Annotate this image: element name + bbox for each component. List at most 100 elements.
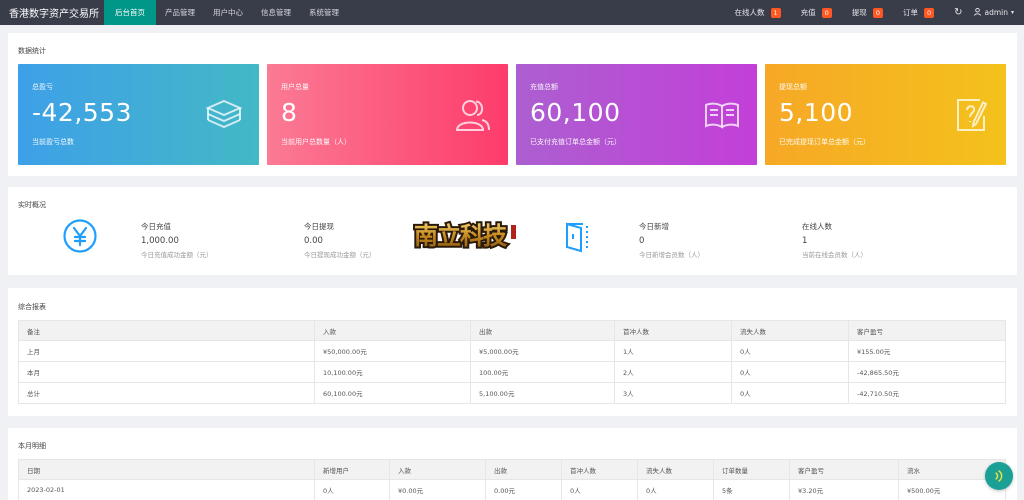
table-cell: 5条 [713, 479, 790, 500]
orders-badge: 0 [923, 7, 935, 18]
card-desc: 已支付充值订单总金额（元） [530, 138, 621, 146]
withdraw-badge: 0 [872, 7, 883, 18]
card-value: 5,100 [779, 98, 854, 127]
nav-users[interactable]: 用户中心 [204, 0, 252, 25]
card-desc: 当前用户总数量（人） [281, 138, 351, 146]
recharge-link[interactable]: 充值 0 [791, 7, 842, 18]
refresh-icon[interactable]: ↻ [944, 7, 974, 18]
monthly-panel-title: 本月明细 [18, 442, 46, 450]
card-label: 用户总量 [281, 83, 309, 91]
summary-panel-title: 综合报表 [18, 303, 46, 311]
stat-card-users[interactable]: 用户总量 8 当前用户总数量（人） [267, 64, 508, 165]
company-logo: 南立科技 南立科技 [410, 215, 520, 253]
table-row: 本月 10,100.00元 100.00元 2人 0人 -42,865.50元 [18, 361, 1006, 383]
stat-card-withdraw[interactable]: 提现总额 5,100 已完成提现订单总金额（元） [765, 64, 1006, 165]
column-header: 入款 [314, 320, 471, 341]
column-header: 出款 [470, 320, 615, 341]
table-cell: ¥155.00元 [848, 340, 1006, 362]
today-new-members: 今日新增 0 今日新增会员数（人） [639, 221, 704, 259]
table-cell: 0人 [731, 340, 849, 362]
column-header: 备注 [18, 320, 315, 341]
card-value: 60,100 [530, 98, 621, 127]
card-label: 总盈亏 [32, 83, 53, 91]
users-icon [455, 100, 490, 131]
table-cell: 2人 [614, 361, 732, 383]
table-cell: 5,100.00元 [470, 382, 615, 404]
nav-products[interactable]: 产品管理 [156, 0, 204, 25]
stat-value: 0.00 [304, 236, 323, 246]
table-cell: 0人 [637, 479, 714, 500]
withdraw-label: 提现 [851, 8, 867, 17]
nav-info[interactable]: 信息管理 [252, 0, 300, 25]
stat-desc: 今日充值成功金额（元） [141, 251, 213, 259]
table-cell: 0人 [561, 479, 638, 500]
stat-label: 今日新增 [639, 222, 669, 231]
chat-float-button[interactable] [985, 462, 1013, 490]
column-header: 客户盈亏 [789, 459, 899, 480]
signal-icon [995, 470, 1003, 482]
table-cell: 总计 [18, 382, 315, 404]
table-cell: -42,710.50元 [848, 382, 1006, 404]
stat-value: 1,000.00 [141, 236, 179, 246]
column-header: 首冲人数 [561, 459, 638, 480]
edit-icon [957, 99, 988, 131]
yuan-icon [63, 219, 97, 253]
orders-label: 订单 [902, 8, 918, 17]
column-header: 流失人数 [637, 459, 714, 480]
card-desc: 当前盈亏总数 [32, 138, 74, 146]
stat-desc: 今日新增会员数（人） [639, 251, 704, 259]
brand-title: 香港数字资产交易所 [9, 9, 99, 20]
nav-home[interactable]: 后台首页 [104, 0, 156, 25]
username: admin [984, 8, 1008, 17]
table-cell: 上月 [18, 340, 315, 362]
today-withdraw: 今日提现 0.00 今日提现成功金额（元） [304, 221, 376, 259]
summary-panel: 综合报表 备注 入款 出款 首冲人数 流失人数 客户盈亏 上月 ¥50,000.… [8, 288, 1017, 416]
table-row: 总计 60,100.00元 5,100.00元 3人 0人 -42,710.50… [18, 382, 1006, 404]
table-row: 上月 ¥50,000.00元 ¥5,000.00元 1人 0人 ¥155.00元 [18, 340, 1006, 362]
online-members: 在线人数 1 当前在线会员数（人） [802, 221, 867, 259]
table-row: 2023-02-01 0人 ¥0.00元 0.00元 0人 0人 5条 ¥3.2… [18, 479, 1006, 500]
stat-value: 1 [802, 236, 808, 246]
stat-label: 今日充值 [141, 222, 171, 231]
column-header: 流失人数 [731, 320, 849, 341]
summary-table: 备注 入款 出款 首冲人数 流失人数 客户盈亏 上月 ¥50,000.00元 ¥… [18, 320, 1006, 404]
stat-value: 0 [639, 236, 645, 246]
stat-card-profit[interactable]: 总盈亏 -42,553 当前盈亏总数 [18, 64, 259, 165]
stats-panel: 数据统计 总盈亏 -42,553 当前盈亏总数 用户总量 8 当前用户总数量（人… [8, 33, 1017, 176]
nav-system[interactable]: 系统管理 [300, 0, 348, 25]
recharge-badge: 0 [821, 7, 832, 18]
stat-label: 在线人数 [802, 222, 832, 231]
caret-down-icon: ▾ [1010, 9, 1014, 16]
realtime-panel-title: 实时概况 [18, 201, 46, 209]
svg-text:南立科技: 南立科技 [414, 221, 508, 250]
card-value: 8 [281, 98, 298, 127]
user-icon [974, 7, 982, 18]
online-count-badge: 1 [770, 7, 781, 18]
realtime-panel: 实时概况 今日充值 1,000.00 今日充值成功金额（元） 今日提现 0.00… [8, 187, 1017, 275]
main-nav: 后台首页 产品管理 用户中心 信息管理 系统管理 [104, 0, 348, 25]
table-cell: ¥0.00元 [389, 479, 486, 500]
column-header: 入款 [389, 459, 486, 480]
table-cell: -42,865.50元 [848, 361, 1006, 383]
column-header: 订单数量 [713, 459, 790, 480]
top-bar: 香港数字资产交易所 后台首页 产品管理 用户中心 信息管理 系统管理 在线人数 … [0, 0, 1024, 25]
stat-card-recharge[interactable]: 充值总额 60,100 已支付充值订单总金额（元） [516, 64, 757, 165]
layers-icon [205, 99, 243, 129]
table-cell: 0人 [314, 479, 390, 500]
table-cell: 0人 [731, 361, 849, 383]
stats-panel-title: 数据统计 [18, 47, 46, 55]
online-count-link[interactable]: 在线人数 1 [725, 7, 791, 18]
card-desc: 已完成提现订单总金额（元） [779, 138, 870, 146]
table-cell: 60,100.00元 [314, 382, 471, 404]
table-cell: ¥3.20元 [789, 479, 899, 500]
table-cell: 10,100.00元 [314, 361, 471, 383]
table-cell: 2023-02-01 [18, 479, 315, 500]
column-header: 首冲人数 [614, 320, 732, 341]
user-menu[interactable]: admin ▾ [974, 7, 1024, 18]
withdraw-link[interactable]: 提现 0 [842, 7, 893, 18]
table-cell: 1人 [614, 340, 732, 362]
column-header: 出款 [485, 459, 562, 480]
book-icon [705, 102, 739, 129]
table-cell: 100.00元 [470, 361, 615, 383]
orders-link[interactable]: 订单 0 [893, 7, 944, 18]
